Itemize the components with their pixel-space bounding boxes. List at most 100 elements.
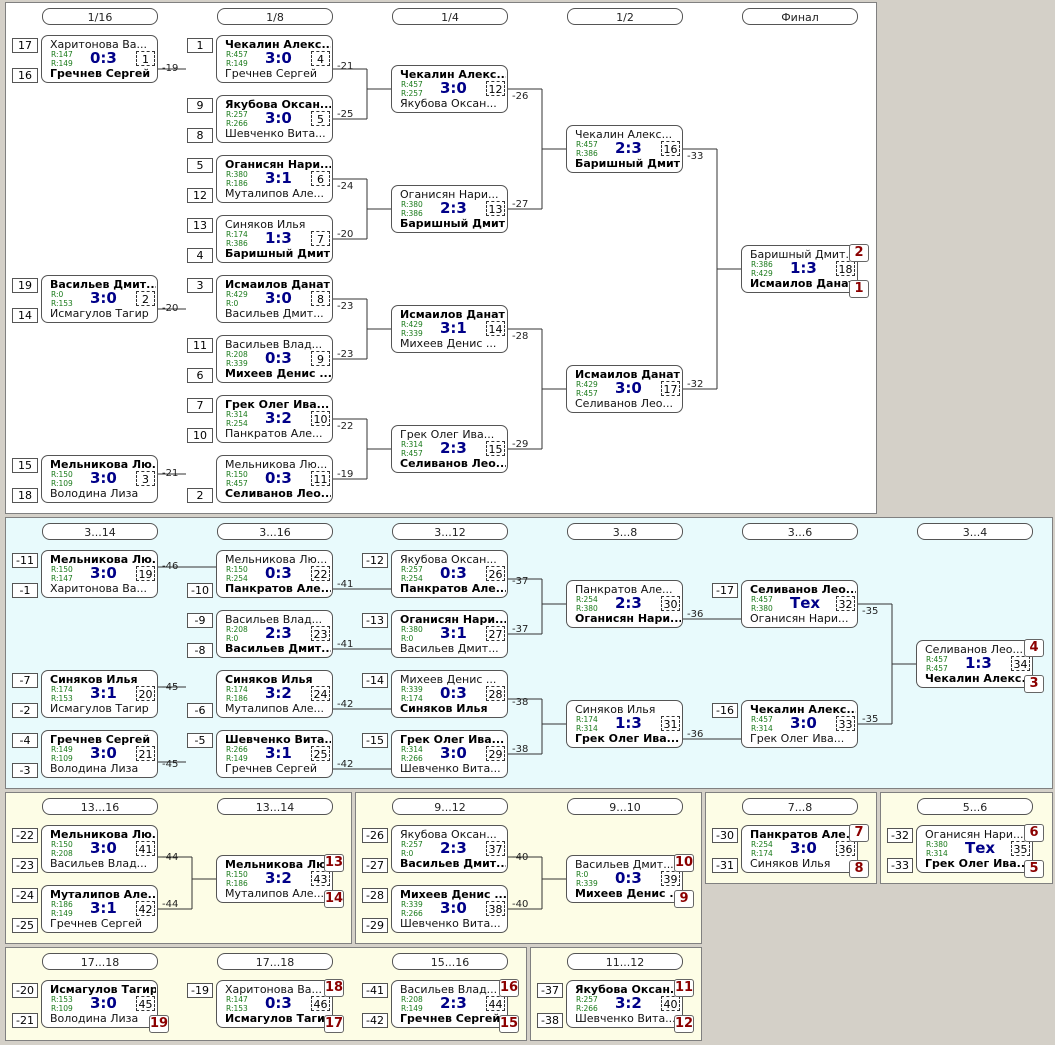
match-box[interactable]: Михеев Денис ... R:339 R:266 3:0 38 Шевченко … xyxy=(391,885,508,933)
match-number: 13 xyxy=(486,201,505,216)
match-number: 34 xyxy=(1011,656,1030,671)
match-box[interactable]: Селиванов Лео... R:457 R:457 1:3 34 Чекалин А… xyxy=(916,640,1033,688)
match-box[interactable]: Чекалин Алекс... R:457 R:386 2:3 16 Баришный … xyxy=(566,125,683,173)
match-box[interactable]: Чекалин Алекс... R:457 R:257 3:0 12 Якубова О… xyxy=(391,65,508,113)
match-number: 21 xyxy=(136,746,155,761)
round-header[interactable]: 13...14 xyxy=(217,798,333,815)
seed-box: 10 xyxy=(187,428,213,443)
match-box[interactable]: Шевченко Вита... R:266 R:149 3:1 25 Гречнев С… xyxy=(216,730,333,778)
match-box[interactable]: Синяков Илья R:174 R:314 1:3 31 Грек Олег Ива… xyxy=(566,700,683,748)
match-box[interactable]: Чекалин Алекс... R:457 R:149 3:0 4 Гречнев Се… xyxy=(216,35,333,83)
player-top-rating: R:257 xyxy=(401,565,423,574)
match-box[interactable]: Харитонова Ва... R:147 R:149 0:3 1 Гречнев Се… xyxy=(41,35,158,83)
match-box[interactable]: Харитонова Ва... R:147 R:153 0:3 46 Исмагулов… xyxy=(216,980,333,1028)
place-badge: 1 xyxy=(849,280,869,298)
round-header[interactable]: 5...6 xyxy=(917,798,1033,815)
seed-box: -15 xyxy=(362,733,388,748)
player-bottom-name: Михеев Денис ... xyxy=(400,337,497,350)
match-score: 3:2 xyxy=(265,684,292,702)
round-header[interactable]: 3...8 xyxy=(567,523,683,540)
player-top-rating: R:314 xyxy=(401,745,423,754)
match-box[interactable]: Мельникова Лю... R:150 R:147 3:0 19 Харитонов… xyxy=(41,550,158,598)
player-bottom-name: Баришный Дмит... xyxy=(225,247,331,260)
player-top-rating: R:380 xyxy=(226,170,248,179)
round-header[interactable]: 17...18 xyxy=(42,953,158,970)
round-header[interactable]: 3...14 xyxy=(42,523,158,540)
match-box[interactable]: Грек Олег Ива... R:314 R:254 3:2 10 Панкратов… xyxy=(216,395,333,443)
match-number: 3 xyxy=(136,471,155,486)
seed-box: -13 xyxy=(362,613,388,628)
round-header[interactable]: 7...8 xyxy=(742,798,858,815)
match-box[interactable]: Мельникова Лю... R:150 R:254 0:3 22 Панкратов… xyxy=(216,550,333,598)
match-box[interactable]: Синяков Илья R:174 R:386 1:3 7 Баришный Дмит.… xyxy=(216,215,333,263)
seed-box: 8 xyxy=(187,128,213,143)
match-box[interactable]: Мельникова Лю... R:150 R:186 3:2 43 Муталипов… xyxy=(216,855,333,903)
round-header[interactable]: 3...16 xyxy=(217,523,333,540)
round-header[interactable]: 11...12 xyxy=(567,953,683,970)
player-bottom-name: Панкратов Але... xyxy=(400,582,506,595)
seed-box: -27 xyxy=(362,858,388,873)
match-box[interactable]: Якубова Оксан... R:257 R:0 2:3 37 Васильев Дм… xyxy=(391,825,508,873)
match-box[interactable]: Гречнев Сергей R:149 R:109 3:0 21 Володина Ли… xyxy=(41,730,158,778)
seed-box: -14 xyxy=(362,673,388,688)
match-box[interactable]: Оганисян Нари... R:380 R:386 2:3 13 Баришный … xyxy=(391,185,508,233)
match-box[interactable]: Синяков Илья R:174 R:186 3:2 24 Муталипов Але… xyxy=(216,670,333,718)
round-header[interactable]: 1/2 xyxy=(567,8,683,25)
seed-box: 16 xyxy=(12,68,38,83)
match-box[interactable]: Васильев Влад... R:208 R:339 0:3 9 Михеев Ден… xyxy=(216,335,333,383)
match-box[interactable]: Грек Олег Ива... R:314 R:266 3:0 29 Шевченко … xyxy=(391,730,508,778)
match-box[interactable]: Муталипов Але... R:186 R:149 3:1 42 Гречнев С… xyxy=(41,885,158,933)
match-box[interactable]: Панкратов Але... R:254 R:174 3:0 36 Синяков И… xyxy=(741,825,858,873)
match-box[interactable]: Михеев Денис ... R:339 R:174 0:3 28 Синяков И… xyxy=(391,670,508,718)
match-box[interactable]: Якубова Оксан... R:257 R:254 0:3 26 Панкратов… xyxy=(391,550,508,598)
player-bottom-name: Баришный Дмит... xyxy=(575,157,681,170)
match-number: 9 xyxy=(311,351,330,366)
match-box[interactable]: Исмаилов Данат R:429 R:457 3:0 17 Селиванов Л… xyxy=(566,365,683,413)
round-header[interactable]: Финал xyxy=(742,8,858,25)
round-header[interactable]: 1/4 xyxy=(392,8,508,25)
player-top-rating: R:380 xyxy=(926,840,948,849)
match-box[interactable]: Баришный Дмит... R:386 R:429 1:3 18 Исмаилов … xyxy=(741,245,858,293)
match-box[interactable]: Исмаилов Данат R:429 R:339 3:1 14 Михеев Дени… xyxy=(391,305,508,353)
match-number: 25 xyxy=(311,746,330,761)
match-box[interactable]: Оганисян Нари... R:380 R:186 3:1 6 Муталипов … xyxy=(216,155,333,203)
round-header[interactable]: 17...18 xyxy=(217,953,333,970)
round-header[interactable]: 1/16 xyxy=(42,8,158,25)
match-box[interactable]: Якубова Оксан... R:257 R:266 3:0 5 Шевченко В… xyxy=(216,95,333,143)
loser-label: -29 xyxy=(512,439,529,450)
round-header[interactable]: 9...10 xyxy=(567,798,683,815)
loser-label: -25 xyxy=(337,109,354,120)
match-box[interactable]: Мельникова Лю... R:150 R:109 3:0 3 Володина Л… xyxy=(41,455,158,503)
player-bottom-name: Муталипов Але... xyxy=(225,702,325,715)
round-header[interactable]: 15...16 xyxy=(392,953,508,970)
match-box[interactable]: Исмаилов Данат R:429 R:0 3:0 8 Васильев Дмит.… xyxy=(216,275,333,323)
match-box[interactable]: Оганисян Нари... R:380 R:0 3:1 27 Васильев Дм… xyxy=(391,610,508,658)
round-header[interactable]: 3...12 xyxy=(392,523,508,540)
match-box[interactable]: Чекалин Алекс... R:457 R:314 3:0 33 Грек Олег… xyxy=(741,700,858,748)
match-box[interactable]: Васильев Влад... R:208 R:149 2:3 44 Гречнев С… xyxy=(391,980,508,1028)
match-number: 16 xyxy=(661,141,680,156)
match-box[interactable]: Оганисян Нари... R:380 R:314 Тех 35 Грек Олег… xyxy=(916,825,1033,873)
round-header[interactable]: 3...6 xyxy=(742,523,858,540)
loser-label: -44 xyxy=(162,852,179,863)
match-box[interactable]: Мельникова Лю... R:150 R:208 3:0 41 Васильев … xyxy=(41,825,158,873)
round-header[interactable]: 1/8 xyxy=(217,8,333,25)
match-box[interactable]: Васильев Влад... R:208 R:0 2:3 23 Васильев Дм… xyxy=(216,610,333,658)
match-box[interactable]: Исмагулов Тагир R:153 R:109 3:0 45 Володина Л… xyxy=(41,980,158,1028)
player-top-rating: R:153 xyxy=(51,995,73,1004)
round-header[interactable]: 9...12 xyxy=(392,798,508,815)
round-header[interactable]: 3...4 xyxy=(917,523,1033,540)
match-box[interactable]: Васильев Дмит... R:0 R:339 0:3 39 Михеев Дени… xyxy=(566,855,683,903)
round-header[interactable]: 13...16 xyxy=(42,798,158,815)
match-box[interactable]: Мельникова Лю... R:150 R:457 0:3 11 Селиванов… xyxy=(216,455,333,503)
seed-box: -41 xyxy=(362,983,388,998)
match-box[interactable]: Панкратов Але... R:254 R:380 2:3 30 Оганисян … xyxy=(566,580,683,628)
match-box[interactable]: Якубова Оксан... R:257 R:266 3:2 40 Шевченко … xyxy=(566,980,683,1028)
player-top-rating: R:457 xyxy=(926,655,948,664)
match-box[interactable]: Грек Олег Ива... R:314 R:457 2:3 15 Селиванов… xyxy=(391,425,508,473)
match-box[interactable]: Васильев Дмит... R:0 R:153 3:0 2 Исмагулов Та… xyxy=(41,275,158,323)
place-badge: 10 xyxy=(674,854,694,872)
seed-box: 5 xyxy=(187,158,213,173)
match-box[interactable]: Синяков Илья R:174 R:153 3:1 20 Исмагулов Таг… xyxy=(41,670,158,718)
match-box[interactable]: Селиванов Лео... R:457 R:380 Тех 32 Оганисян … xyxy=(741,580,858,628)
